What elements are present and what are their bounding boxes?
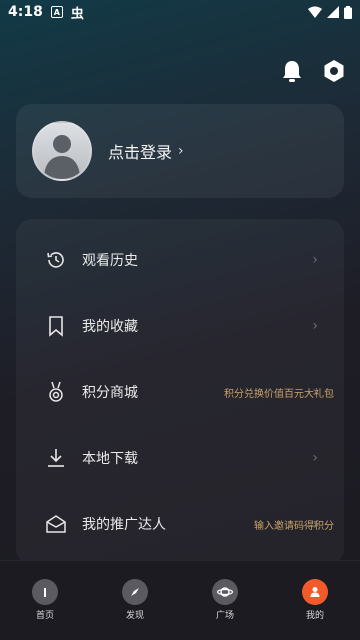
- settings-button[interactable]: [321, 58, 347, 84]
- status-bug-icon: 虫: [70, 6, 84, 22]
- download-icon: [44, 446, 68, 470]
- login-label: 点击登录: [108, 143, 173, 162]
- nav-home[interactable]: 首页: [15, 579, 75, 621]
- chevron-right-icon: ›: [312, 252, 318, 268]
- home-icon: [32, 579, 58, 605]
- medal-icon: [44, 380, 68, 404]
- avatar[interactable]: [32, 121, 92, 181]
- status-time: 4:18: [8, 4, 43, 20]
- menu-label: 观看历史: [82, 253, 138, 269]
- nav-label: 首页: [35, 611, 54, 621]
- nav-mine[interactable]: 我的: [285, 579, 345, 621]
- chevron-right-icon: ›: [312, 516, 318, 532]
- bottom-nav: 首页 发现 广场 我的: [0, 560, 360, 640]
- chevron-right-icon: ›: [312, 450, 318, 466]
- planet-icon: [212, 579, 238, 605]
- chevron-right-icon: ›: [312, 384, 318, 400]
- history-icon: [44, 248, 68, 272]
- menu-item-downloads[interactable]: 本地下载 ›: [16, 425, 344, 491]
- battery-icon: [344, 5, 352, 19]
- menu-card: 观看历史 › 我的收藏 › 积分商城 积分兑换价值百元大礼包 › 本地下载 ›: [16, 219, 344, 565]
- nav-discover[interactable]: 发现: [105, 579, 165, 621]
- bookmark-icon: [44, 314, 68, 338]
- nav-square[interactable]: 广场: [195, 579, 255, 621]
- chevron-right-icon: ›: [178, 143, 184, 159]
- status-a-icon: A: [50, 6, 63, 18]
- menu-label: 我的推广达人: [82, 517, 166, 533]
- status-bar: 4:18 A 虫: [0, 0, 360, 24]
- nav-label: 我的: [305, 611, 324, 621]
- settings-icon: [324, 60, 344, 82]
- mail-icon: [44, 512, 68, 536]
- menu-label: 本地下载: [82, 451, 138, 467]
- compass-icon: [122, 579, 148, 605]
- user-icon: [302, 579, 328, 605]
- menu-item-history[interactable]: 观看历史 ›: [16, 227, 344, 293]
- menu-item-points-mall[interactable]: 积分商城 积分兑换价值百元大礼包 ›: [16, 359, 344, 425]
- menu-hint: 输入邀请码得积分: [254, 520, 334, 532]
- nav-label: 发现: [125, 611, 144, 621]
- default-avatar-icon: [44, 135, 80, 179]
- menu-item-favorites[interactable]: 我的收藏 ›: [16, 293, 344, 359]
- menu-label: 我的收藏: [82, 319, 138, 335]
- wifi-icon: [308, 6, 322, 18]
- nav-label: 广场: [215, 611, 234, 621]
- signal-icon: [327, 6, 339, 18]
- login-card[interactable]: 点击登录 ›: [16, 104, 344, 198]
- chevron-right-icon: ›: [312, 318, 318, 334]
- notification-bell-button[interactable]: [279, 58, 305, 84]
- login-link[interactable]: 点击登录 ›: [108, 139, 184, 163]
- menu-label: 积分商城: [82, 385, 138, 401]
- menu-item-promoter[interactable]: 我的推广达人 输入邀请码得积分 ›: [16, 491, 344, 557]
- bell-icon: [283, 61, 301, 82]
